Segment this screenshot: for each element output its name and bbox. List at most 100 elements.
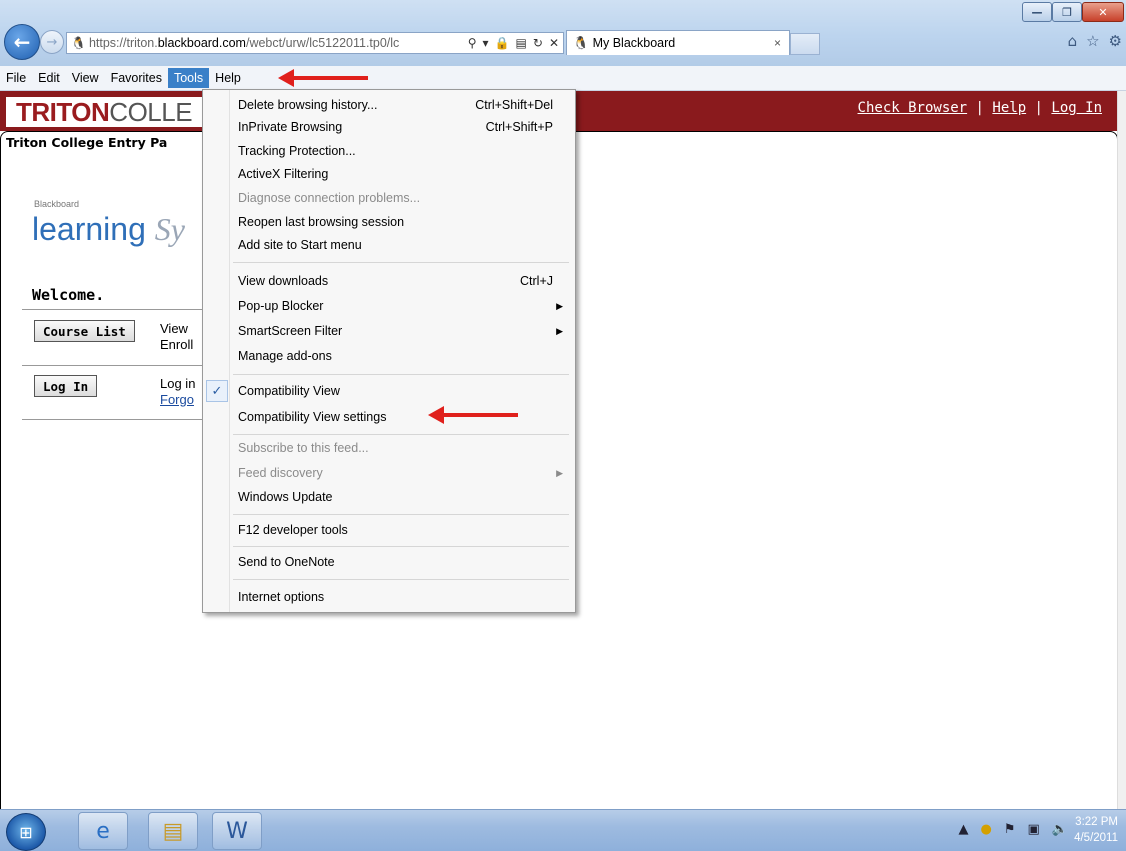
menu-item-inprivate-browsing[interactable]: InPrivate Browsing Ctrl+Shift+P xyxy=(203,116,575,138)
window-controls: — ❐ ✕ xyxy=(1022,2,1124,22)
menu-item-label: View downloads xyxy=(238,274,329,288)
address-url[interactable]: https://triton.blackboard.com/webct/urw/… xyxy=(89,36,464,50)
page-scrollbar[interactable] xyxy=(1117,91,1126,809)
login-description: Log in Forgo xyxy=(160,376,195,408)
menu-bar: File Edit View Favorites Tools Help xyxy=(0,66,1126,91)
network-icon[interactable]: ▣ xyxy=(1028,822,1040,837)
back-button[interactable]: ← xyxy=(4,24,40,60)
menu-edit[interactable]: Edit xyxy=(32,68,66,88)
forgot-password-link[interactable]: Forgo xyxy=(160,392,194,407)
taskbar-clock[interactable]: 3:22 PM 4/5/2011 xyxy=(1074,814,1118,846)
search-icon[interactable]: ⚲ xyxy=(468,36,477,50)
blackboard-favicon-icon: 🐧 xyxy=(71,36,86,50)
url-prefix: https://triton. xyxy=(88,36,158,50)
menu-item-compatibility-view[interactable]: ✓ Compatibility View xyxy=(203,380,575,402)
menu-item-shortcut: Ctrl+Shift+P xyxy=(485,120,553,134)
menu-item-add-site-start[interactable]: Add site to Start menu xyxy=(203,234,575,256)
menu-item-view-downloads[interactable]: View downloads Ctrl+J xyxy=(203,270,575,292)
entry-page-tab[interactable]: Triton College Entry Pa xyxy=(6,135,167,150)
windows-taskbar: ⊞ e ▤ W ▲ ● ⚑ ▣ 🔈 3:22 PM 4/5/2011 xyxy=(0,809,1126,851)
new-tab-button[interactable] xyxy=(790,33,820,55)
taskbar-word[interactable]: W xyxy=(212,812,262,850)
learning-text: learning xyxy=(32,211,146,247)
check-browser-link[interactable]: Check Browser xyxy=(858,100,968,116)
menu-item-windows-update[interactable]: Windows Update xyxy=(203,486,575,508)
menu-separator xyxy=(233,579,569,580)
triton-logo: TRITON COLLE xyxy=(6,96,203,127)
menu-separator xyxy=(233,546,569,547)
menu-item-popup-blocker[interactable]: Pop-up Blocker ▶ xyxy=(203,295,575,317)
maximize-button[interactable]: ❐ xyxy=(1052,2,1082,22)
start-button[interactable]: ⊞ xyxy=(6,813,46,851)
course-list-button[interactable]: Course List xyxy=(34,320,135,342)
menu-item-smartscreen-filter[interactable]: SmartScreen Filter ▶ xyxy=(203,320,575,342)
refresh-icon[interactable]: ↻ xyxy=(533,36,543,50)
url-path: /webct/urw/lc5122011.tp0/lc xyxy=(245,36,400,50)
menu-tools[interactable]: Tools xyxy=(167,68,210,88)
internet-explorer-icon: e xyxy=(96,818,110,844)
link-separator: | xyxy=(1026,100,1052,116)
menu-item-compatibility-view-settings[interactable]: Compatibility View settings xyxy=(203,406,575,428)
menu-item-label: Pop-up Blocker xyxy=(238,299,324,313)
divider xyxy=(22,309,202,310)
menu-item-label: Send to OneNote xyxy=(238,555,335,569)
menu-help[interactable]: Help xyxy=(209,68,247,88)
favorites-star-icon[interactable]: ☆ xyxy=(1086,32,1099,50)
course-list-text-line2: Enroll xyxy=(160,337,194,352)
home-icon[interactable]: ⌂ xyxy=(1068,32,1078,50)
address-bar[interactable]: 🐧 https://triton.blackboard.com/webct/ur… xyxy=(66,32,564,54)
forward-button[interactable]: → xyxy=(40,30,64,54)
menu-favorites[interactable]: Favorites xyxy=(105,68,168,88)
menu-item-tracking-protection[interactable]: Tracking Protection... xyxy=(203,140,575,162)
stop-icon[interactable]: ✕ xyxy=(549,36,559,50)
taskbar-file-explorer[interactable]: ▤ xyxy=(148,812,198,850)
menu-item-label: Internet options xyxy=(238,590,325,604)
tray-app-icon[interactable]: ● xyxy=(981,822,992,837)
menu-item-label: Feed discovery xyxy=(238,466,323,480)
compatibility-view-icon[interactable]: ▤ xyxy=(516,36,527,50)
header-links: Check Browser | Help | Log In xyxy=(858,100,1102,116)
menu-item-label: Tracking Protection... xyxy=(238,144,356,158)
menu-file[interactable]: File xyxy=(0,68,32,88)
gear-icon[interactable]: ⚙ xyxy=(1109,32,1122,50)
menu-item-delete-browsing-history[interactable]: Delete browsing history... Ctrl+Shift+Del xyxy=(203,94,575,116)
browser-titlebar: — ❐ ✕ ← → 🐧 https://triton.blackboard.co… xyxy=(0,0,1126,66)
menu-item-label: Reopen last browsing session xyxy=(238,215,405,229)
volume-icon[interactable]: 🔈 xyxy=(1052,822,1068,837)
login-button[interactable]: Log In xyxy=(34,375,98,397)
minimize-button[interactable]: — xyxy=(1022,2,1052,22)
menu-item-shortcut: Ctrl+Shift+Del xyxy=(475,98,553,112)
login-text-line1: Log in xyxy=(160,376,196,391)
checkmark-icon: ✓ xyxy=(206,380,228,402)
browser-toolbar-icons: ⌂ ☆ ⚙ xyxy=(1068,32,1122,50)
menu-separator xyxy=(233,514,569,515)
annotation-arrow-icon xyxy=(428,406,518,424)
menu-item-label: SmartScreen Filter xyxy=(238,324,343,338)
menu-item-subscribe-feed: Subscribe to this feed... xyxy=(203,437,575,459)
tab-close-icon[interactable]: × xyxy=(774,36,781,50)
back-arrow-icon: ← xyxy=(13,30,31,54)
menu-item-internet-options[interactable]: Internet options xyxy=(203,586,575,608)
help-link[interactable]: Help xyxy=(992,100,1026,116)
action-center-flag-icon[interactable]: ⚑ xyxy=(1004,822,1016,837)
dropdown-icon[interactable]: ▾ xyxy=(483,36,489,50)
menu-view[interactable]: View xyxy=(66,68,105,88)
menu-item-send-to-onenote[interactable]: Send to OneNote xyxy=(203,551,575,573)
close-window-button[interactable]: ✕ xyxy=(1082,2,1124,22)
logo-bold-text: TRITON xyxy=(16,96,110,127)
taskbar-internet-explorer[interactable]: e xyxy=(78,812,128,850)
system-tray: ▲ ● ⚑ ▣ 🔈 xyxy=(959,822,1068,837)
login-link[interactable]: Log In xyxy=(1051,100,1102,116)
menu-item-label: Subscribe to this feed... xyxy=(238,441,369,455)
menu-item-label: Delete browsing history... xyxy=(238,98,378,112)
menu-item-manage-addons[interactable]: Manage add-ons xyxy=(203,345,575,367)
blackboard-label: Blackboard xyxy=(34,199,80,209)
menu-item-f12-developer-tools[interactable]: F12 developer tools xyxy=(203,519,575,541)
url-domain: blackboard.com xyxy=(157,36,246,50)
lock-icon[interactable]: 🔒 xyxy=(495,36,510,50)
course-list-text-line1: View xyxy=(160,321,188,336)
menu-item-reopen-last-session[interactable]: Reopen last browsing session xyxy=(203,211,575,233)
show-hidden-icons-icon[interactable]: ▲ xyxy=(959,822,969,837)
menu-item-activex-filtering[interactable]: ActiveX Filtering xyxy=(203,163,575,185)
tab-my-blackboard[interactable]: 🐧 My Blackboard × xyxy=(566,30,790,55)
